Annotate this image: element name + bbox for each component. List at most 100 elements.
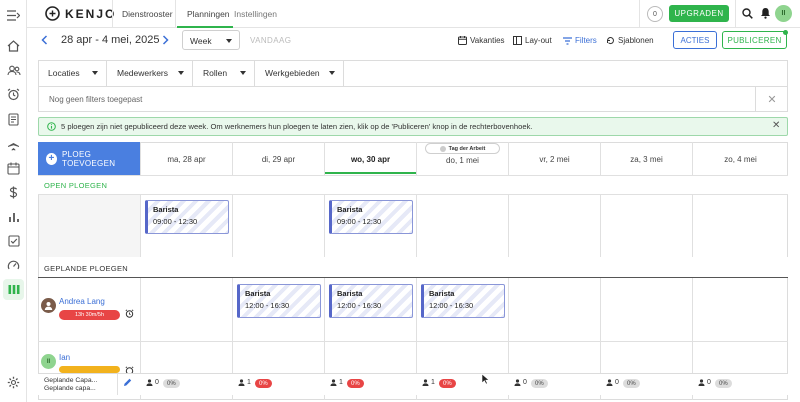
divider <box>735 0 736 28</box>
templates-label: Sjablonen <box>618 36 654 45</box>
capacity-count: 1 <box>422 379 435 386</box>
planned-shifts-label: GEPLANDE PLOEGEN <box>44 264 128 273</box>
gauge-icon[interactable] <box>6 257 21 272</box>
divider <box>175 0 176 28</box>
capacity-percent-badge: 0% <box>255 379 272 388</box>
user-avatar[interactable]: II <box>775 5 792 22</box>
alarm-small-icon[interactable] <box>125 309 134 318</box>
top-bar: KENJO Dienstrooster Planningen Instellin… <box>27 0 800 28</box>
capacity-percent-badge: 0% <box>347 379 364 388</box>
active-tab-indicator <box>177 26 233 28</box>
clear-filters-close-icon[interactable]: ✕ <box>755 87 788 112</box>
capacity-count-value: 0 <box>523 379 527 386</box>
upgrade-button[interactable]: UPGRADEN <box>669 5 729 22</box>
filter-workareas-label: Werkgebieden <box>265 68 320 78</box>
home-icon[interactable] <box>6 38 21 53</box>
alarm-small-icon[interactable] <box>125 366 134 373</box>
capacity-percent-badge: 0% <box>439 379 456 388</box>
plane-icon[interactable] <box>6 137 21 152</box>
bar-chart-icon[interactable] <box>6 209 21 224</box>
alarm-icon[interactable] <box>6 87 21 102</box>
checklist-icon[interactable] <box>6 233 21 248</box>
divider <box>639 0 640 28</box>
publish-button[interactable]: PUBLICEREN <box>722 31 787 49</box>
capacity-count: 0 <box>146 379 159 386</box>
dollar-icon[interactable] <box>6 185 21 200</box>
hours-badge: 13h 30m/5h <box>59 310 120 320</box>
day-header: zo, 4 mei <box>724 154 757 164</box>
view-select[interactable]: Week <box>182 30 240 50</box>
capacity-percent-badge: 0% <box>715 379 732 388</box>
shift-card[interactable]: Barista 12:00 - 16:30 <box>421 284 505 318</box>
holidays-label: Vakanties <box>470 36 505 45</box>
employee-name[interactable]: Andrea Lang <box>59 297 105 306</box>
filter-locations-dropdown[interactable]: Locaties <box>38 60 107 86</box>
day-header: di, 29 apr <box>261 154 296 164</box>
employee-name[interactable]: Ian <box>59 353 70 362</box>
layout-icon <box>513 36 522 45</box>
left-sidebar <box>0 0 27 402</box>
person-icon <box>44 302 53 310</box>
shift-time: 09:00 - 12:30 <box>153 217 198 226</box>
filter-employees-dropdown[interactable]: Medewerkers <box>107 60 193 86</box>
chevron-down-icon <box>226 39 232 43</box>
hours-badge <box>59 366 120 373</box>
holidays-button[interactable]: Vakanties <box>458 36 505 45</box>
edit-pencil-icon[interactable] <box>123 378 132 387</box>
unpublished-info-banner: 5 ploegen zijn niet gepubliceerd deze we… <box>38 117 788 136</box>
capacity-percent-badge: 0% <box>163 379 180 388</box>
nav-dienstrooster[interactable]: Dienstrooster <box>122 9 173 19</box>
view-select-value: Week <box>190 36 212 46</box>
person-small-icon <box>698 379 705 386</box>
document-icon[interactable] <box>6 112 21 127</box>
open-shifts-label: OPEN PLOEGEN <box>44 181 108 190</box>
credits-counter[interactable]: 0 <box>647 6 663 22</box>
day-header-today: wo, 30 apr <box>350 154 391 164</box>
capacity-count: 0 <box>606 379 619 386</box>
person-small-icon <box>330 379 337 386</box>
info-icon <box>47 122 56 131</box>
templates-button[interactable]: Sjablonen <box>606 36 654 45</box>
banner-text: 5 ploegen zijn niet gepubliceerd deze we… <box>61 122 533 131</box>
holiday-label: Tag der Arbeit <box>448 145 486 152</box>
capacity-count-value: 0 <box>615 379 619 386</box>
day-header: za, 3 mei <box>630 154 663 164</box>
no-filters-text: Nog geen filters toegepast <box>49 95 143 104</box>
chevron-down-icon <box>92 71 98 75</box>
shift-card[interactable]: Barista 12:00 - 16:30 <box>237 284 321 318</box>
next-week-icon[interactable] <box>162 35 169 45</box>
layout-button[interactable]: Lay-out <box>513 36 552 45</box>
tab-instellingen[interactable]: Instellingen <box>234 9 277 19</box>
unpublished-indicator <box>783 30 788 35</box>
brand-logo[interactable]: KENJO <box>45 6 116 21</box>
people-icon[interactable] <box>6 63 21 78</box>
shift-role: Barista <box>245 289 271 298</box>
open-shift-card[interactable]: Barista 09:00 - 12:30 <box>329 200 413 234</box>
today-button[interactable]: VANDAAG <box>250 36 291 45</box>
capacity-label: Geplande Capa... <box>44 377 98 384</box>
actions-button[interactable]: ACTIES <box>673 31 717 49</box>
menu-collapse-icon[interactable] <box>6 8 21 23</box>
schedule-icon[interactable] <box>3 279 24 300</box>
employee-avatar[interactable] <box>41 298 56 313</box>
search-icon[interactable] <box>742 8 753 19</box>
filter-workareas-dropdown[interactable]: Werkgebieden <box>255 60 344 86</box>
shift-time: 12:00 - 16:30 <box>245 301 290 310</box>
kenjo-logo-icon <box>45 6 60 21</box>
previous-week-icon[interactable] <box>41 35 48 45</box>
filters-button[interactable]: Filters <box>563 36 597 45</box>
calendar-icon[interactable] <box>6 161 21 176</box>
filter-roles-dropdown[interactable]: Rollen <box>193 60 255 86</box>
tab-planningen[interactable]: Planningen <box>187 9 230 19</box>
settings-icon[interactable] <box>6 375 21 390</box>
filter-locations-label: Locaties <box>48 68 80 78</box>
add-shift-button[interactable]: + PLOEG TOEVOEGEN <box>38 142 140 175</box>
shift-role: Barista <box>337 205 363 214</box>
bell-icon[interactable] <box>760 7 771 19</box>
date-range: 28 apr - 4 mei, 2025 <box>61 34 160 46</box>
employee-avatar[interactable]: II <box>41 354 56 369</box>
shift-card[interactable]: Barista 12:00 - 16:30 <box>329 284 413 318</box>
banner-close-icon[interactable]: ✕ <box>772 120 780 131</box>
holiday-dot-icon <box>439 145 446 152</box>
open-shift-card[interactable]: Barista 09:00 - 12:30 <box>145 200 229 234</box>
